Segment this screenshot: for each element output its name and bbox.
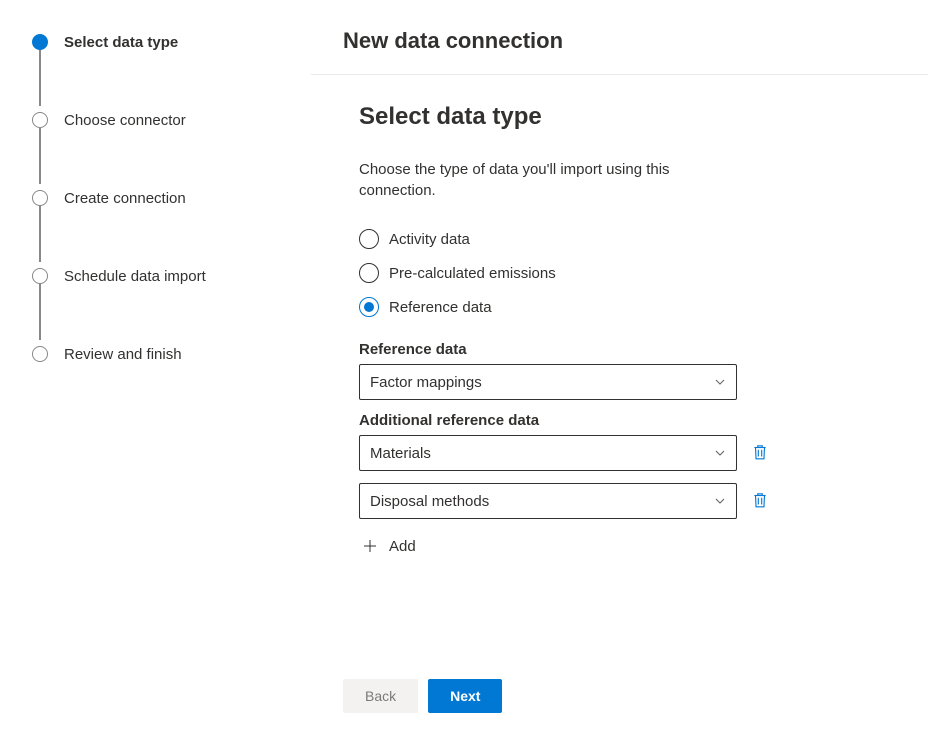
step-connector <box>39 50 41 106</box>
step-select-data-type[interactable]: Select data type <box>32 32 286 52</box>
step-create-connection[interactable]: Create connection <box>32 188 286 208</box>
step-indicator-icon <box>32 346 48 362</box>
reference-data-field: Reference data Factor mappings <box>359 341 896 400</box>
main-panel: New data connection Select data type Cho… <box>310 0 928 733</box>
step-connector <box>39 284 41 340</box>
dropdown-value: Materials <box>370 445 431 462</box>
radio-label: Pre-calculated emissions <box>389 265 556 282</box>
next-button[interactable]: Next <box>428 679 502 713</box>
data-type-radio-group: Activity data Pre-calculated emissions R… <box>359 229 896 317</box>
wizard-sidebar: Select data type Choose connector Create… <box>0 0 310 733</box>
radio-icon <box>359 297 379 317</box>
additional-dropdown-materials[interactable]: Materials <box>359 435 737 471</box>
step-indicator-icon <box>32 112 48 128</box>
add-button[interactable]: Add <box>359 531 896 561</box>
additional-reference-data-field: Additional reference data Materials <box>359 412 896 561</box>
radio-icon <box>359 263 379 283</box>
step-indicator-icon <box>32 190 48 206</box>
step-schedule-data-import[interactable]: Schedule data import <box>32 266 286 286</box>
additional-reference-data-label: Additional reference data <box>359 412 896 429</box>
step-connector <box>39 206 41 262</box>
step-label: Schedule data import <box>64 268 206 285</box>
step-label: Select data type <box>64 34 178 51</box>
step-choose-connector[interactable]: Choose connector <box>32 110 286 130</box>
additional-item-row: Disposal methods <box>359 483 896 519</box>
section-description: Choose the type of data you'll import us… <box>359 159 739 201</box>
radio-pre-calculated-emissions[interactable]: Pre-calculated emissions <box>359 263 896 283</box>
wizard-stepper: Select data type Choose connector Create… <box>32 32 286 364</box>
chevron-down-icon <box>714 495 726 507</box>
additional-dropdown-disposal-methods[interactable]: Disposal methods <box>359 483 737 519</box>
plus-icon <box>361 537 379 555</box>
step-label: Review and finish <box>64 346 182 363</box>
wizard-footer: Back Next <box>311 661 928 733</box>
step-indicator-icon <box>32 34 48 50</box>
delete-button[interactable] <box>751 443 769 464</box>
step-label: Create connection <box>64 190 186 207</box>
radio-icon <box>359 229 379 249</box>
step-connector <box>39 128 41 184</box>
trash-icon <box>751 491 769 512</box>
additional-item-row: Materials <box>359 435 896 471</box>
step-review-and-finish[interactable]: Review and finish <box>32 344 286 364</box>
chevron-down-icon <box>714 376 726 388</box>
back-button[interactable]: Back <box>343 679 418 713</box>
delete-button[interactable] <box>751 491 769 512</box>
trash-icon <box>751 443 769 464</box>
step-indicator-icon <box>32 268 48 284</box>
dropdown-value: Disposal methods <box>370 493 489 510</box>
reference-data-label: Reference data <box>359 341 896 358</box>
content-area: Select data type Choose the type of data… <box>311 75 928 661</box>
chevron-down-icon <box>714 447 726 459</box>
add-label: Add <box>389 538 416 555</box>
step-label: Choose connector <box>64 112 186 129</box>
radio-reference-data[interactable]: Reference data <box>359 297 896 317</box>
radio-label: Activity data <box>389 231 470 248</box>
section-title: Select data type <box>359 103 896 131</box>
page-title: New data connection <box>311 0 928 75</box>
radio-label: Reference data <box>389 299 492 316</box>
dropdown-value: Factor mappings <box>370 374 482 391</box>
reference-data-dropdown[interactable]: Factor mappings <box>359 364 737 400</box>
radio-activity-data[interactable]: Activity data <box>359 229 896 249</box>
